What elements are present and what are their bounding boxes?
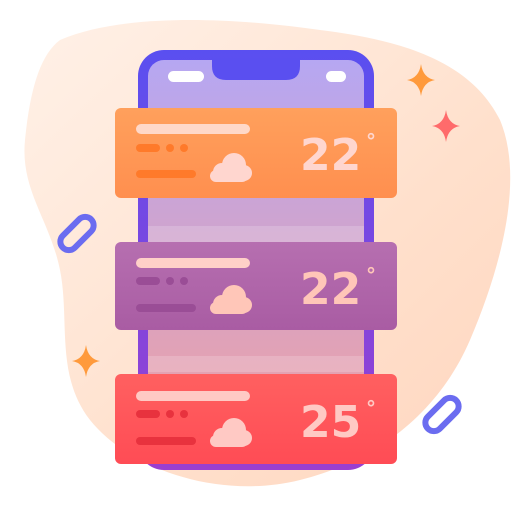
card-detail-dot: [180, 277, 188, 285]
card-title-line: [136, 391, 250, 401]
phone-notch: [212, 58, 300, 80]
degree-symbol: °: [366, 263, 376, 287]
weather-app-illustration: 22 ° 22 ° 25 °: [0, 0, 512, 512]
weather-card-1: 22 °: [115, 108, 397, 198]
card-title-line: [136, 124, 250, 134]
illustration-canvas: 22 ° 22 ° 25 °: [24, 20, 511, 487]
screen-stripe: [148, 356, 364, 372]
screen-stripe: [148, 226, 364, 242]
phone-speaker-left: [168, 71, 204, 82]
phone-camera-right: [326, 71, 346, 82]
card-detail-line: [136, 304, 196, 312]
temperature-value: 22: [300, 264, 361, 315]
card-detail-line: [136, 170, 196, 178]
weather-card-2: 22 °: [115, 242, 397, 330]
card-detail-line: [136, 437, 196, 445]
card-title-line: [136, 258, 250, 268]
temperature-value: 22: [300, 130, 361, 181]
card-detail-dash: [136, 144, 160, 152]
card-detail-dot: [166, 277, 174, 285]
card-detail-dot: [180, 144, 188, 152]
card-detail-dot: [166, 144, 174, 152]
card-detail-dot: [180, 410, 188, 418]
card-detail-dot: [166, 410, 174, 418]
degree-symbol: °: [366, 129, 376, 153]
temperature-value: 25: [300, 397, 361, 448]
degree-symbol: °: [366, 396, 376, 420]
card-detail-dash: [136, 410, 160, 418]
weather-card-3: 25 °: [115, 374, 397, 464]
card-detail-dash: [136, 277, 160, 285]
